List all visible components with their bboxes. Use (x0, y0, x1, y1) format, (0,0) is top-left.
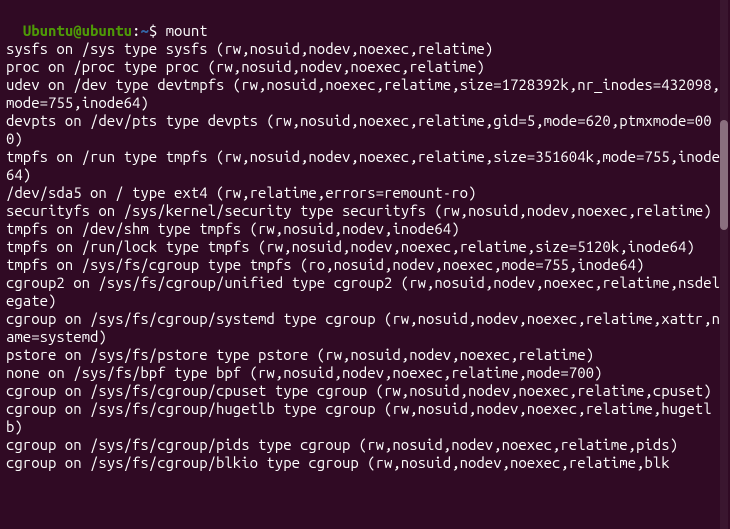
output-line: cgroup on /sys/fs/cgroup/blkio type cgro… (6, 454, 724, 472)
output-line: pstore on /sys/fs/pstore type pstore (rw… (6, 346, 724, 364)
output-line: tmpfs on /sys/fs/cgroup type tmpfs (ro,n… (6, 256, 724, 274)
output-line: sysfs on /sys type sysfs (rw,nosuid,node… (6, 40, 724, 58)
output-line: cgroup on /sys/fs/cgroup/cpuset type cgr… (6, 382, 724, 400)
output-line: securityfs on /sys/kernel/security type … (6, 202, 724, 220)
output-line: cgroup on /sys/fs/cgroup/systemd type cg… (6, 310, 724, 346)
prompt-user: Ubuntu (23, 22, 73, 39)
output-line: cgroup on /sys/fs/cgroup/pids type cgrou… (6, 436, 724, 454)
output-line: devpts on /dev/pts type devpts (rw,nosui… (6, 112, 724, 148)
output-line: cgroup on /sys/fs/cgroup/hugetlb type cg… (6, 400, 724, 436)
output-line: tmpfs on /run type tmpfs (rw,nosuid,node… (6, 148, 724, 184)
command-output: sysfs on /sys type sysfs (rw,nosuid,node… (6, 40, 724, 472)
scrollbar-track[interactable] (720, 0, 728, 529)
output-line: cgroup2 on /sys/fs/cgroup/unified type c… (6, 274, 724, 310)
terminal-window[interactable]: Ubuntu@ubuntu:~$ mount sysfs on /sys typ… (6, 4, 724, 490)
prompt-line: Ubuntu@ubuntu:~$ mount (23, 22, 208, 39)
output-line: udev on /dev type devtmpfs (rw,nosuid,no… (6, 76, 724, 112)
scrollbar-thumb[interactable] (720, 120, 728, 230)
command-text: mount (166, 22, 208, 39)
prompt-host: ubuntu (82, 22, 132, 39)
prompt-at: @ (73, 22, 81, 39)
prompt-dollar: $ (149, 22, 166, 39)
output-line: tmpfs on /dev/shm type tmpfs (rw,nosuid,… (6, 220, 724, 238)
prompt-path: ~ (140, 22, 148, 39)
output-line: none on /sys/fs/bpf type bpf (rw,nosuid,… (6, 364, 724, 382)
output-line: tmpfs on /run/lock type tmpfs (rw,nosuid… (6, 238, 724, 256)
output-line: /dev/sda5 on / type ext4 (rw,relatime,er… (6, 184, 724, 202)
output-line: proc on /proc type proc (rw,nosuid,nodev… (6, 58, 724, 76)
